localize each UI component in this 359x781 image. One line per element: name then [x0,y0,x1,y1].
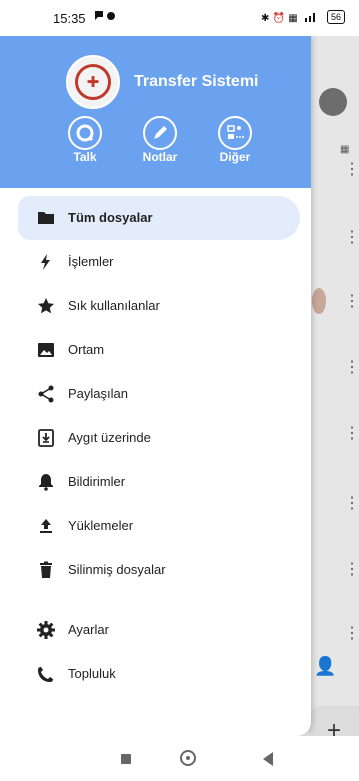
menu-item-label: Sık kullanılanlar [68,298,160,313]
upload-icon [40,519,52,533]
menu-item-label: Paylaşılan [68,386,128,401]
menu-item-label: Yüklemeler [68,518,134,533]
more-options-icon[interactable]: ⋮ [344,626,359,642]
lightning-icon [41,254,50,270]
menu-item-all-files[interactable]: Tüm dosyalar [18,196,300,240]
logo: ✚ [66,55,120,109]
menu-item-label: Bildirimler [68,474,126,489]
more-options-icon[interactable]: ⋮ [344,162,359,178]
trash-icon [40,561,52,578]
menu-item-favorites[interactable]: Sık kullanılanlar [18,284,300,328]
chat-icon [95,11,115,20]
menu-item-notifications[interactable]: Bildirimler [18,460,300,504]
notes-button[interactable]: Notlar [130,116,190,164]
menu-item-shared[interactable]: Paylaşılan [18,372,300,416]
community-icon [38,667,53,682]
menu-item-label: Ortam [68,342,105,357]
home-button[interactable] [180,750,196,766]
system-nav-bar [0,736,359,781]
star-icon [38,298,54,314]
image-icon [38,343,54,357]
more-apps-label: Diğer [219,150,251,164]
drawer-header: ✚ Transfer Sistemi Talk Notlar Diğer [0,36,311,188]
menu-item-label: Tüm dosyalar [68,210,153,225]
app-title: Transfer Sistemi [134,73,259,90]
menu-item-activities[interactable]: İşlemler [18,240,300,284]
gear-icon [37,621,55,639]
person-icon: 👤 [314,656,337,676]
share-icon [38,385,54,403]
menu-item-label: Silinmiş dosyalar [68,562,166,577]
menu-item-label: Aygıt üzerinde [68,430,151,445]
logo-emblem-icon: ✚ [75,64,111,100]
talk-label: Talk [73,150,97,164]
signal-icon: ✱ ⏰ ▦ [261,11,315,23]
status-bar: 15:35 ✱ ⏰ ▦ 56 [0,0,359,36]
status-time: 15:35 [53,11,86,26]
menu-item-label: Topluluk [68,666,116,681]
battery-icon: 56 [326,10,345,24]
menu-item-label: Ayarlar [68,622,109,637]
menu-item-media[interactable]: Ortam [18,328,300,372]
recent-apps-button[interactable] [121,754,131,764]
notes-label: Notlar [142,150,178,164]
more-options-icon[interactable]: ⋮ [344,496,359,512]
navigation-drawer: ✚ Transfer Sistemi Talk Notlar Diğer Tüm… [0,36,311,736]
system-icons: ✱ ⏰ ▦ 56 [261,10,345,24]
bell-icon [39,474,53,491]
device-download-icon [38,429,54,447]
more-options-icon[interactable]: ⋮ [344,294,359,310]
back-button[interactable] [263,752,273,766]
more-apps-button[interactable]: Diğer [205,116,265,164]
notes-pencil-icon [143,116,177,150]
more-apps-icon [218,116,252,150]
more-options-icon[interactable]: ⋮ [344,360,359,376]
notification-icons [94,10,116,25]
menu-item-label: İşlemler [68,254,114,269]
talk-button[interactable]: Talk [55,116,115,164]
more-options-icon[interactable]: ⋮ [344,426,359,442]
menu-item-uploads[interactable]: Yüklemeler [18,504,300,548]
talk-icon [68,116,102,150]
svg-text:✱ ⏰ ▦: ✱ ⏰ ▦ [261,11,298,23]
avatar[interactable] [319,88,347,116]
menu-item-on-device[interactable]: Aygıt üzerinde [18,416,300,460]
menu-item-deleted-files[interactable]: Silinmiş dosyalar [18,548,300,592]
more-options-icon[interactable]: ⋮ [344,562,359,578]
more-options-icon[interactable]: ⋮ [344,230,359,246]
menu-item-settings[interactable]: Ayarlar [18,608,300,652]
menu-item-community[interactable]: Topluluk [18,652,300,696]
file-thumbnail [312,288,326,314]
grid-view-icon[interactable]: ▦ [340,144,349,155]
folder-icon [38,212,54,224]
